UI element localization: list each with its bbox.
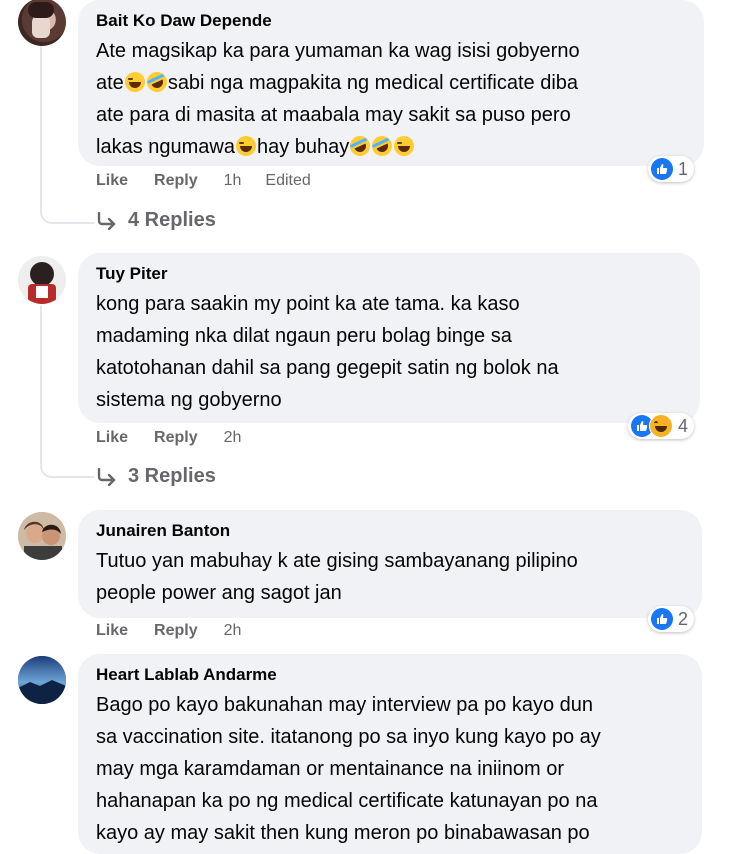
avatar-image bbox=[28, 2, 54, 38]
comment-line: lakas ngumawa bbox=[96, 136, 235, 158]
avatar-image bbox=[18, 656, 66, 704]
comment-actions: Like Reply 2h bbox=[96, 622, 265, 640]
timestamp[interactable]: 1h bbox=[224, 172, 242, 190]
comment-line: kong para saakin my point ka ate tama. k… bbox=[96, 293, 520, 315]
haha-icon bbox=[649, 414, 673, 438]
avatar[interactable] bbox=[18, 512, 66, 560]
thread-line bbox=[40, 46, 42, 208]
avatar[interactable] bbox=[18, 0, 66, 46]
comment-actions: Like Reply 1h Edited bbox=[96, 172, 311, 190]
like-icon bbox=[651, 158, 673, 180]
reply-button[interactable]: Reply bbox=[154, 429, 198, 447]
comment-line: sa vaccination site. itatanong po sa iny… bbox=[96, 726, 601, 748]
comment-line: madaming nka dilat ngaun peru bolag bing… bbox=[96, 325, 512, 347]
comment-text: Tutuo yan mabuhay k ate gising sambayana… bbox=[96, 545, 684, 609]
thread-line bbox=[40, 306, 42, 462]
comment-bubble: Tuy Piter kong para saakin my point ka a… bbox=[78, 253, 700, 423]
comment-author[interactable]: Tuy Piter bbox=[96, 263, 682, 284]
comment-line: ate para di masita at maabala may sakit … bbox=[96, 104, 571, 126]
reaction-count: 1 bbox=[678, 158, 689, 179]
reaction-count: 4 bbox=[678, 415, 689, 436]
reply-arrow-icon bbox=[97, 467, 116, 486]
rofl-emoji-icon bbox=[368, 132, 396, 160]
reaction-summary[interactable]: 1 bbox=[648, 156, 695, 182]
comment-text: Bago po kayo bakunahan may interview pa … bbox=[96, 689, 684, 849]
grinning-sweat-emoji-icon bbox=[124, 72, 145, 92]
comment-line: hahanapan ka po ng medical certificate k… bbox=[96, 790, 598, 812]
comment-line: hay buhay bbox=[256, 136, 350, 158]
reaction-count: 2 bbox=[678, 608, 689, 629]
comment-line: people power ang sagot jan bbox=[96, 582, 342, 604]
comment-bubble: Heart Lablab Andarme Bago po kayo bakuna… bbox=[78, 654, 702, 854]
comment-actions: Like Reply 2h bbox=[96, 429, 265, 447]
edited-label: Edited bbox=[265, 172, 311, 189]
avatar-image bbox=[18, 512, 66, 560]
reaction-summary[interactable]: 4 bbox=[628, 413, 695, 439]
thread-elbow bbox=[40, 462, 94, 478]
rofl-emoji-icon bbox=[143, 68, 171, 96]
grinning-sweat-emoji-icon bbox=[235, 136, 256, 156]
like-icon bbox=[651, 608, 673, 630]
comment-author[interactable]: Heart Lablab Andarme bbox=[96, 664, 684, 685]
reaction-summary[interactable]: 2 bbox=[648, 606, 695, 632]
comment-line: sistema ng gobyerno bbox=[96, 389, 282, 411]
comment-line: Bago po kayo bakunahan may interview pa … bbox=[96, 694, 594, 716]
comment-text: Ate magsikap ka para yumaman ka wag isis… bbox=[96, 35, 686, 163]
grinning-sweat-emoji-icon bbox=[394, 136, 415, 156]
comment-line: kayo ay may sakit then kung meron po bin… bbox=[96, 822, 590, 844]
like-button[interactable]: Like bbox=[96, 622, 128, 640]
reply-arrow-icon bbox=[97, 211, 116, 230]
reply-button[interactable]: Reply bbox=[154, 172, 198, 190]
comment-line: katotohanan dahil sa pang gegepit satin … bbox=[96, 357, 559, 379]
comment-line: Ate magsikap ka para yumaman ka wag isis… bbox=[96, 40, 580, 62]
rofl-emoji-icon bbox=[346, 132, 374, 160]
comment-bubble: Bait Ko Daw Depende Ate magsikap ka para… bbox=[78, 0, 704, 166]
thread-elbow bbox=[40, 208, 94, 224]
reply-button[interactable]: Reply bbox=[154, 622, 198, 640]
comment-line: sabi nga magpakita ng medical certificat… bbox=[167, 72, 579, 94]
timestamp[interactable]: 2h bbox=[224, 429, 242, 447]
avatar[interactable] bbox=[18, 256, 66, 304]
comment-text: kong para saakin my point ka ate tama. k… bbox=[96, 288, 682, 416]
view-replies-button[interactable]: 3 Replies bbox=[96, 465, 216, 488]
view-replies-button[interactable]: 4 Replies bbox=[96, 209, 216, 232]
comment-author[interactable]: Bait Ko Daw Depende bbox=[96, 10, 686, 31]
comment-line: ate bbox=[96, 72, 124, 94]
comment-line: may mga karamdaman or mentainance na ini… bbox=[96, 758, 564, 780]
comment-line: Tutuo yan mabuhay k ate gising sambayana… bbox=[96, 550, 578, 572]
timestamp[interactable]: 2h bbox=[224, 622, 242, 640]
avatar-image bbox=[18, 256, 66, 304]
like-button[interactable]: Like bbox=[96, 429, 128, 447]
comment-bubble: Junairen Banton Tutuo yan mabuhay k ate … bbox=[78, 510, 702, 618]
comment-author[interactable]: Junairen Banton bbox=[96, 520, 684, 541]
avatar[interactable] bbox=[18, 656, 66, 704]
replies-label: 3 Replies bbox=[128, 465, 216, 487]
like-button[interactable]: Like bbox=[96, 172, 128, 190]
replies-label: 4 Replies bbox=[128, 209, 216, 231]
